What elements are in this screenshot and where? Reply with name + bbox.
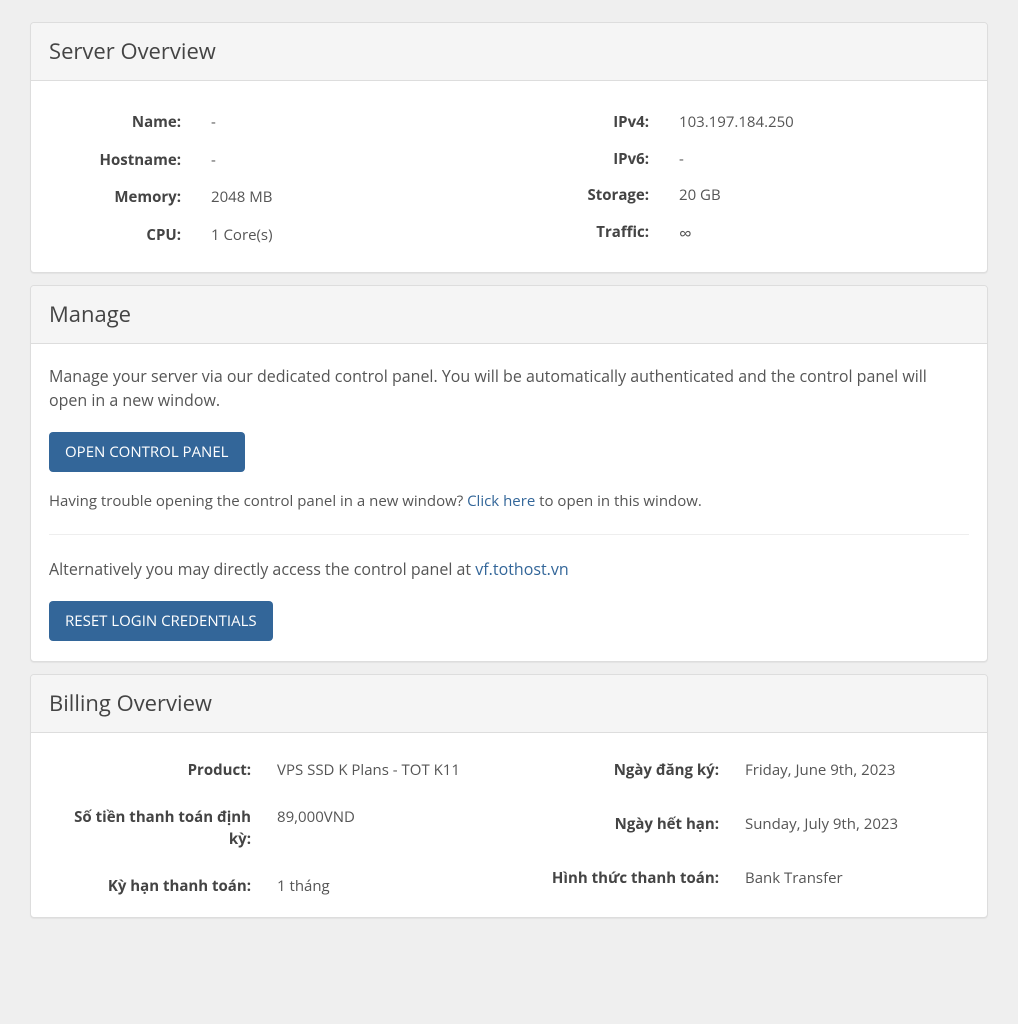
storage-value: 20 GB [679,184,967,207]
period-label: Kỳ hạn thanh toán: [51,875,251,898]
manage-description: Manage your server via our dedicated con… [49,364,969,412]
method-value: Bank Transfer [745,867,967,890]
traffic-value: ∞ [679,221,967,248]
traffic-label: Traffic: [519,221,649,248]
manage-title: Manage [31,286,987,344]
name-label: Name: [51,111,181,135]
open-control-panel-button[interactable]: OPEN CONTROL PANEL [49,432,245,472]
trouble-prefix: Having trouble opening the control panel… [49,491,467,511]
server-overview-right: IPv4: 103.197.184.250 IPv6: - Storage: 2… [519,111,967,248]
manage-trouble-text: Having trouble opening the control panel… [49,490,969,513]
cpu-label: CPU: [51,224,181,248]
manage-divider [49,534,969,535]
amount-value: 89,000VND [277,806,499,829]
memory-value: 2048 MB [211,186,499,210]
trouble-suffix: to open in this window. [535,491,702,511]
period-value: 1 tháng [277,875,499,898]
billing-overview-panel: Billing Overview Product: VPS SSD K Plan… [30,674,988,918]
server-overview-left: Name: - Hostname: - Memory: 2048 MB CPU:… [51,111,499,248]
manage-panel: Manage Manage your server via our dedica… [30,285,988,663]
product-label: Product: [51,759,251,782]
product-value: VPS SSD K Plans - TOT K11 [277,759,499,782]
server-overview-body: Name: - Hostname: - Memory: 2048 MB CPU:… [31,81,987,272]
ipv4-label: IPv4: [519,111,649,134]
reg-date-label: Ngày đăng ký: [519,759,719,782]
billing-overview-body: Product: VPS SSD K Plans - TOT K11 Số ti… [31,733,987,917]
click-here-link[interactable]: Click here [467,491,535,511]
manage-body: Manage your server via our dedicated con… [31,344,987,662]
ipv6-label: IPv6: [519,148,649,171]
ipv6-value: - [679,148,967,171]
alt-prefix: Alternatively you may directly access th… [49,558,475,580]
billing-left: Product: VPS SSD K Plans - TOT K11 Số ti… [51,759,499,897]
exp-date-value: Sunday, July 9th, 2023 [745,813,967,836]
hostname-value: - [211,149,499,173]
method-label: Hình thức thanh toán: [519,867,719,890]
exp-date-label: Ngày hết hạn: [519,813,719,836]
billing-overview-title: Billing Overview [31,675,987,733]
server-overview-title: Server Overview [31,23,987,81]
amount-label: Số tiền thanh toán định kỳ: [51,806,251,851]
cpu-value: 1 Core(s) [211,224,499,248]
hostname-label: Hostname: [51,149,181,173]
reset-login-credentials-button[interactable]: RESET LOGIN CREDENTIALS [49,601,273,641]
server-overview-panel: Server Overview Name: - Hostname: - Memo… [30,22,988,273]
memory-label: Memory: [51,186,181,210]
manage-alt-text: Alternatively you may directly access th… [49,557,969,581]
storage-label: Storage: [519,184,649,207]
reg-date-value: Friday, June 9th, 2023 [745,759,967,782]
vf-tothost-link[interactable]: vf.tothost.vn [475,558,568,580]
name-value: - [211,111,499,135]
ipv4-value: 103.197.184.250 [679,111,967,134]
billing-right: Ngày đăng ký: Friday, June 9th, 2023 Ngà… [519,759,967,897]
